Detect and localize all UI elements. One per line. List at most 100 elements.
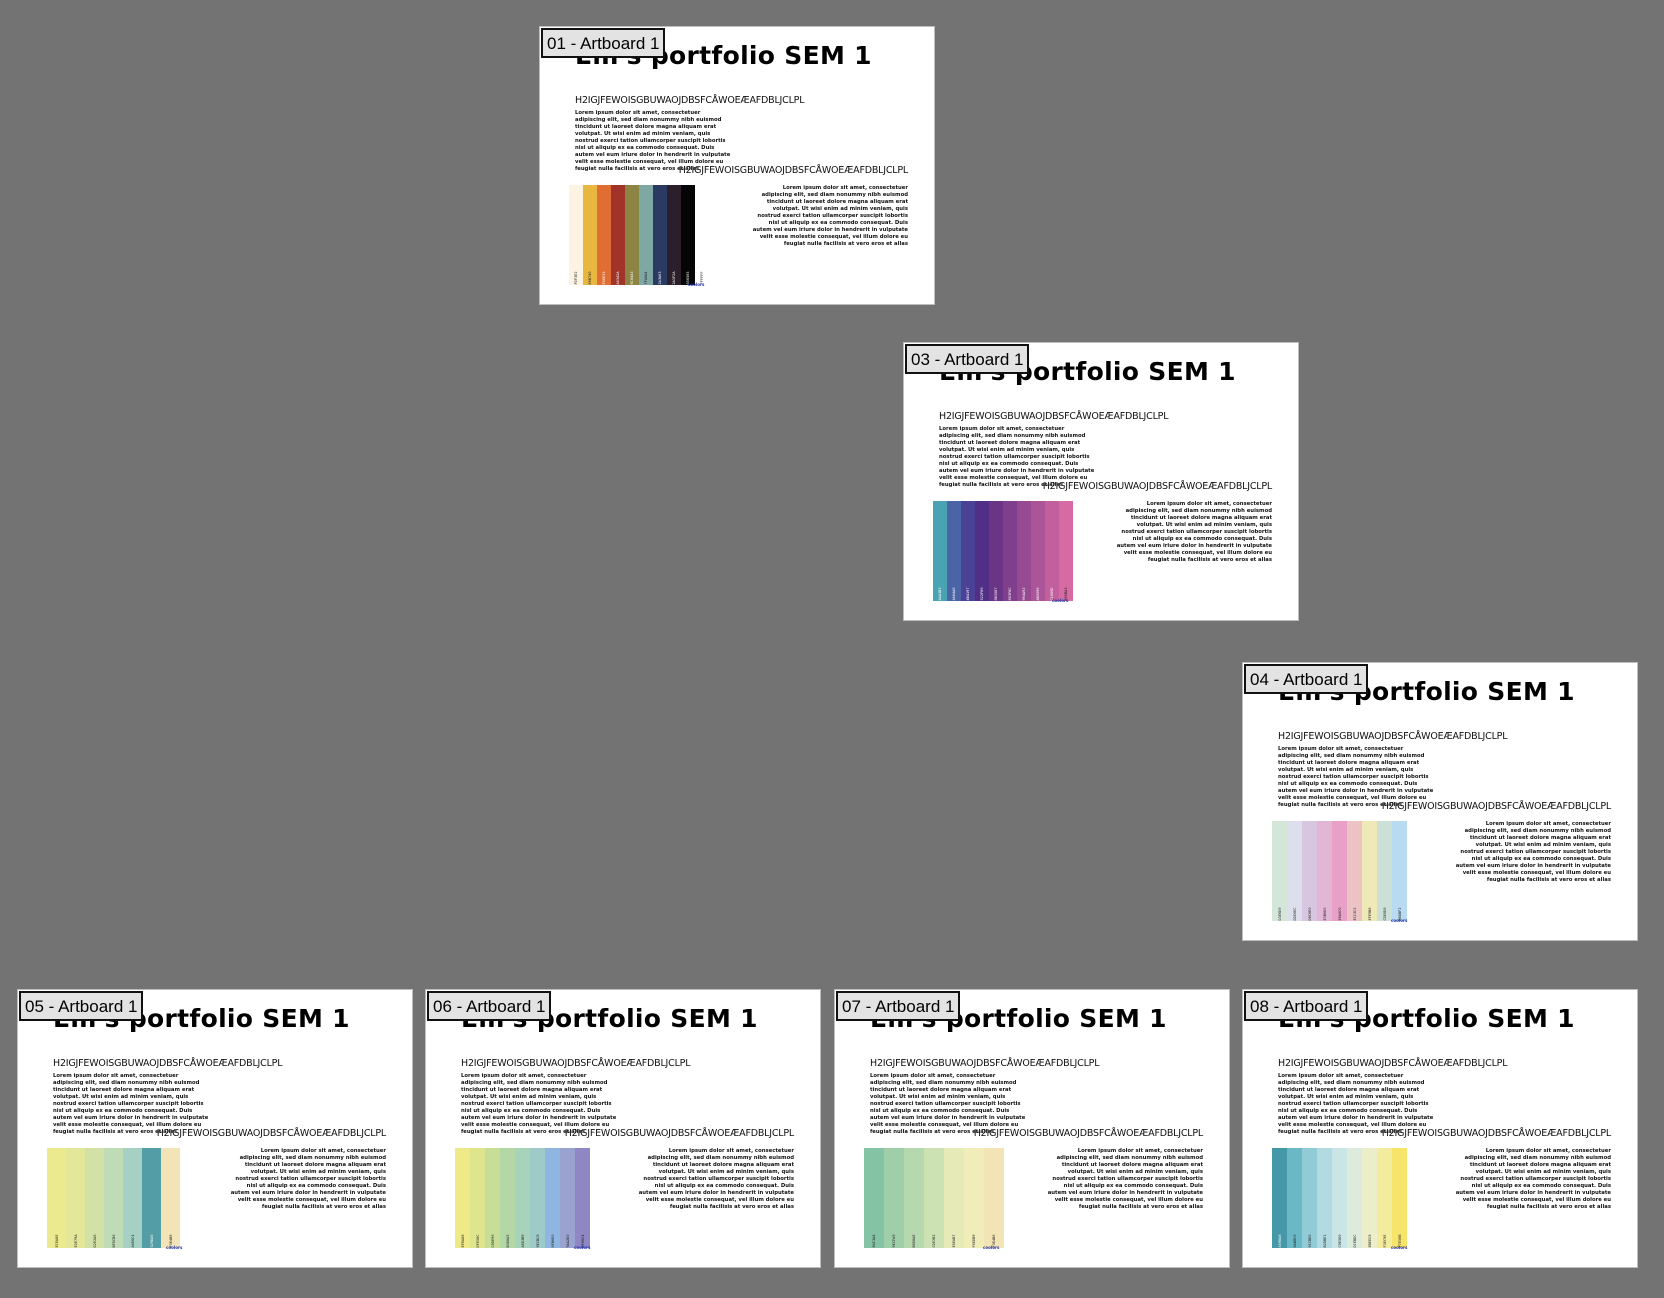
color-swatch: B6D8AE bbox=[904, 1148, 924, 1248]
artboard[interactable]: Em's portfolio SEM 1 01 - Artboard 1 H2I… bbox=[539, 26, 935, 305]
artboard[interactable]: Em's portfolio SEM 1 07 - Artboard 1 H2I… bbox=[834, 989, 1230, 1268]
color-swatch: CDE2B2 bbox=[924, 1148, 944, 1248]
artboard[interactable]: Em's portfolio SEM 1 05 - Artboard 1 H2I… bbox=[17, 989, 413, 1268]
swatch-hex-code: B2DBE1 bbox=[1322, 1234, 1327, 1248]
swatch-hex-code: D3E6D9 bbox=[1277, 907, 1282, 921]
heading-left: H2IGJFEWOISGBUWAOJDBSFCÅWOEÆAFDBLJCLPL bbox=[939, 411, 1169, 422]
color-swatch: A6D3B9 bbox=[515, 1148, 530, 1248]
swatch-hex-code: 4B4197 bbox=[966, 587, 970, 601]
color-swatch: 050505 bbox=[681, 185, 695, 285]
color-swatch: F3E4B8 bbox=[161, 1148, 180, 1248]
heading-left: H2IGJFEWOISGBUWAOJDBSFCÅWOEÆAFDBLJCLPL bbox=[575, 95, 805, 106]
body-text-right: Lorem ipsum dolor sit amet, consectetuer… bbox=[752, 185, 908, 247]
swatch-hex-code: C8DE96 bbox=[490, 1234, 495, 1248]
swatch-hex-code: 9ECBC8 bbox=[535, 1234, 540, 1248]
swatch-hex-code: F3EC9E bbox=[1382, 1234, 1387, 1248]
heading-left: H2IGJFEWOISGBUWAOJDBSFCÅWOEÆAFDBLJCLPL bbox=[53, 1058, 283, 1069]
color-swatch: 9ECFA9 bbox=[884, 1148, 904, 1248]
heading-left: H2IGJFEWOISGBUWAOJDBSFCÅWOEÆAFDBLJCLPL bbox=[1278, 1058, 1508, 1069]
color-swatch: B3D8A5 bbox=[500, 1148, 515, 1248]
artboard-name-label[interactable]: 07 - Artboard 1 bbox=[836, 991, 961, 1021]
artboard-name-label[interactable]: 06 - Artboard 1 bbox=[427, 991, 552, 1021]
color-palette: 4AA3B3 4A64A6 4B4197 522F86 6B3587 803F8C 964A… bbox=[933, 501, 1073, 601]
color-swatch: EFEA88 bbox=[455, 1148, 470, 1248]
artboard-name-label[interactable]: 08 - Artboard 1 bbox=[1244, 991, 1369, 1021]
color-swatch: ECEA8E bbox=[47, 1148, 66, 1248]
color-swatch: BFDCB6 bbox=[104, 1148, 123, 1248]
swatch-hex-code: 4598A8 bbox=[1277, 1234, 1282, 1248]
color-swatch: D3E6D9 bbox=[1272, 821, 1287, 921]
swatch-hex-code: 9AA2D0 bbox=[565, 1234, 570, 1248]
color-palette: D3E6D9 DDE0EC D8C6E0 E3B6D6 E8A0C6 ECC3C5 EFE9… bbox=[1272, 821, 1407, 921]
body-text-right: Lorem ipsum dolor sit amet, consectetuer… bbox=[230, 1148, 386, 1210]
artboard[interactable]: Em's portfolio SEM 1 08 - Artboard 1 H2I… bbox=[1242, 989, 1638, 1268]
swatch-hex-code: 7FA8A4 bbox=[644, 271, 648, 285]
color-swatch: FFFFFF bbox=[695, 185, 709, 285]
artboard-name-label[interactable]: 01 - Artboard 1 bbox=[541, 28, 666, 58]
heading-left: H2IGJFEWOISGBUWAOJDBSFCÅWOEÆAFDBLJCLPL bbox=[870, 1058, 1100, 1069]
color-swatch: 4A64A6 bbox=[947, 501, 961, 601]
swatch-hex-code: DDE0EC bbox=[1292, 907, 1297, 921]
swatch-hex-code: 8C8443 bbox=[630, 271, 634, 285]
color-swatch: 7FA8A4 bbox=[639, 185, 653, 285]
artboard[interactable]: Em's portfolio SEM 1 03 - Artboard 1 H2I… bbox=[903, 342, 1299, 621]
heading-right: H2IGJFEWOISGBUWAOJDBSFCÅWOEÆAFDBLJCLPL bbox=[1381, 1128, 1612, 1139]
color-swatch: 9ECBC8 bbox=[530, 1148, 545, 1248]
swatch-hex-code: CDE0D8 bbox=[1382, 907, 1387, 921]
color-swatch: F7E56B bbox=[1392, 1148, 1407, 1248]
swatch-hex-code: 6AB8C6 bbox=[1292, 1234, 1297, 1248]
color-swatch: FDF3E2 bbox=[569, 185, 583, 285]
swatch-hex-code: 4A64A6 bbox=[952, 587, 956, 601]
color-swatch: AB5598 bbox=[1031, 501, 1045, 601]
swatch-hex-code: B3D8A5 bbox=[505, 1234, 510, 1248]
color-swatch: C8DE96 bbox=[485, 1148, 500, 1248]
color-swatch: F0EDB9 bbox=[964, 1148, 984, 1248]
heading-right: H2IGJFEWOISGBUWAOJDBSFCÅWOEÆAFDBLJCLPL bbox=[564, 1128, 795, 1139]
heading-right: H2IGJFEWOISGBUWAOJDBSFCÅWOEÆAFDBLJCLPL bbox=[1381, 801, 1612, 812]
color-swatch: 6AB8C6 bbox=[1287, 1148, 1302, 1248]
artboard-name-label[interactable]: 04 - Artboard 1 bbox=[1244, 664, 1369, 694]
artboard-name-label[interactable]: 03 - Artboard 1 bbox=[905, 344, 1030, 374]
swatch-hex-code: A6D0C4 bbox=[130, 1234, 135, 1248]
body-text-right: Lorem ipsum dolor sit amet, consectetuer… bbox=[1455, 1148, 1611, 1210]
color-palette: 4598A8 6AB8C6 91CBD6 B2DBE1 C9E5E6 DCEBDC EBEE… bbox=[1272, 1148, 1407, 1248]
palette-credit: coolors bbox=[1052, 598, 1069, 603]
color-swatch: 8F86C4 bbox=[575, 1148, 590, 1248]
body-text-left: Lorem ipsum dolor sit amet, consectetuer… bbox=[939, 426, 1095, 488]
swatch-hex-code: BFDCB6 bbox=[111, 1234, 116, 1248]
color-swatch: 803F8C bbox=[1003, 501, 1017, 601]
heading-left: H2IGJFEWOISGBUWAOJDBSFCÅWOEÆAFDBLJCLPL bbox=[1278, 731, 1508, 742]
color-palette: EFEA88 DFE58C C8DE96 B3D8A5 A6D3B9 9ECBC8 8FB6… bbox=[455, 1148, 590, 1248]
swatch-hex-code: 2A1F2A bbox=[672, 271, 676, 285]
swatch-hex-code: 91CBD6 bbox=[1307, 1234, 1312, 1248]
swatch-hex-code: DCEBDC bbox=[1352, 1234, 1357, 1248]
artboard-name-label[interactable]: 05 - Artboard 1 bbox=[19, 991, 144, 1021]
color-swatch: D66BA3 bbox=[1059, 501, 1073, 601]
color-swatch: 6B3587 bbox=[989, 501, 1003, 601]
color-swatch: E6EAB7 bbox=[944, 1148, 964, 1248]
swatch-hex-code: AB5598 bbox=[1036, 587, 1040, 601]
swatch-hex-code: B6D8AE bbox=[912, 1234, 916, 1248]
swatch-hex-code: 6B3587 bbox=[994, 587, 998, 601]
heading-left: H2IGJFEWOISGBUWAOJDBSFCÅWOEÆAFDBLJCLPL bbox=[461, 1058, 691, 1069]
swatch-hex-code: DFE58C bbox=[475, 1234, 480, 1248]
color-swatch: E8B740 bbox=[583, 185, 597, 285]
color-swatch: DCEBDC bbox=[1347, 1148, 1362, 1248]
artboard[interactable]: Em's portfolio SEM 1 06 - Artboard 1 H2I… bbox=[425, 989, 821, 1268]
color-swatch: 2A1F2A bbox=[667, 185, 681, 285]
swatch-hex-code: 522F86 bbox=[980, 587, 984, 601]
body-text-left: Lorem ipsum dolor sit amet, consectetuer… bbox=[461, 1073, 617, 1135]
color-palette: ECEA8E E2E79A D2E2A6 BFDCB6 A6D0C4 529DA6 F3E4… bbox=[47, 1148, 180, 1248]
color-swatch: E3B6D6 bbox=[1317, 821, 1332, 921]
body-text-left: Lorem ipsum dolor sit amet, consectetuer… bbox=[1278, 1073, 1434, 1135]
swatch-hex-code: EFE9B8 bbox=[1367, 907, 1372, 921]
swatch-hex-code: 964A92 bbox=[1022, 587, 1026, 601]
swatch-hex-code: E6EAB7 bbox=[952, 1234, 956, 1248]
artboard[interactable]: Em's portfolio SEM 1 04 - Artboard 1 H2I… bbox=[1242, 662, 1638, 941]
swatch-hex-code: ECC3C5 bbox=[1352, 907, 1357, 921]
color-swatch: 4B4197 bbox=[961, 501, 975, 601]
swatch-hex-code: E06E33 bbox=[602, 271, 606, 285]
swatch-hex-code: C9E5E6 bbox=[1337, 1234, 1342, 1248]
heading-right: H2IGJFEWOISGBUWAOJDBSFCÅWOEÆAFDBLJCLPL bbox=[1042, 481, 1273, 492]
color-swatch: ECC3C5 bbox=[1347, 821, 1362, 921]
